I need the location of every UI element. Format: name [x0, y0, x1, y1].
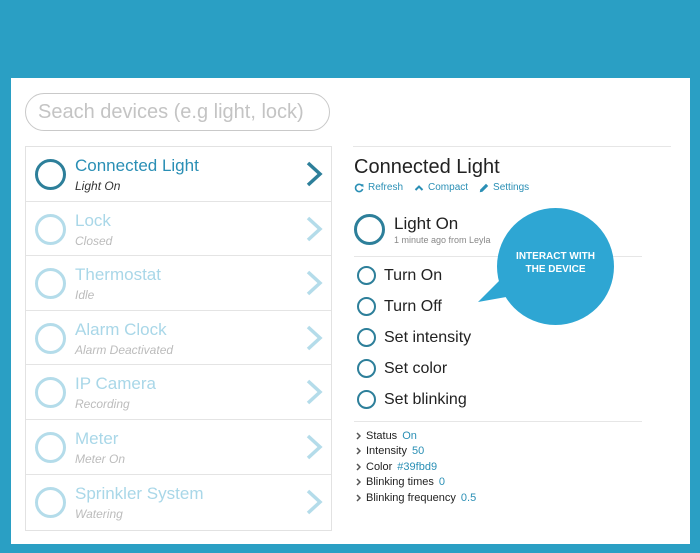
chevron-right-icon[interactable]: [303, 160, 325, 188]
device-item-thermostat[interactable]: Thermostat Idle: [26, 256, 331, 311]
divider: [354, 421, 642, 422]
device-list: Connected Light Light On Lock Closed The…: [25, 146, 332, 531]
device-status: Closed: [75, 233, 113, 248]
settings-label: Settings: [493, 182, 530, 193]
property-name: Intensity: [366, 445, 407, 457]
device-name: Alarm Clock: [75, 319, 167, 339]
chevron-right-icon: [356, 494, 361, 502]
device-status: Meter On: [75, 451, 126, 466]
chevron-right-icon[interactable]: [303, 269, 325, 297]
device-name: Thermostat: [75, 265, 161, 285]
detail-actions: Refresh Compact Settings: [354, 182, 529, 193]
property-name: Color: [366, 461, 393, 473]
chevron-right-icon[interactable]: [303, 215, 325, 243]
device-status: Watering: [75, 506, 123, 521]
device-item-meter[interactable]: Meter Meter On: [26, 420, 331, 475]
refresh-link[interactable]: Refresh: [354, 182, 403, 193]
property-value: #39fbd9: [397, 461, 438, 473]
property-color[interactable]: Color #39fbd9: [356, 461, 437, 473]
device-status: Light On: [75, 179, 121, 193]
device-status-ring: [35, 213, 66, 245]
device-name: Meter: [75, 428, 119, 448]
command-set-blinking[interactable]: Set blinking: [357, 390, 467, 409]
device-status-ring: [35, 268, 66, 300]
main-panel: Connected Light Light On Lock Closed The…: [11, 78, 690, 544]
command-turn-off[interactable]: Turn Off: [357, 297, 442, 316]
state-label: Light On: [394, 214, 459, 233]
search-box: [25, 93, 330, 131]
command-label: Turn On: [384, 266, 443, 284]
device-item-connected-light[interactable]: Connected Light Light On: [26, 147, 331, 202]
property-intensity[interactable]: Intensity 50: [356, 445, 424, 457]
device-status-ring: [35, 377, 66, 409]
radio-circle-icon: [357, 359, 376, 378]
chevron-right-icon[interactable]: [303, 378, 325, 406]
callout-bubble: INTERACT WITH THE DEVICE: [497, 208, 614, 325]
radio-circle-icon: [357, 328, 376, 347]
device-name: Sprinkler System: [75, 483, 204, 503]
radio-circle-icon: [357, 297, 376, 316]
chevron-right-icon[interactable]: [303, 433, 325, 461]
chevron-right-icon: [356, 463, 361, 471]
device-status-ring: [35, 159, 66, 190]
chevron-right-icon: [356, 432, 361, 440]
chevron-right-icon[interactable]: [303, 324, 325, 352]
command-label: Set color: [384, 359, 448, 377]
compact-link[interactable]: Compact: [414, 182, 468, 193]
refresh-label: Refresh: [368, 182, 404, 193]
device-name: Connected Light: [75, 156, 199, 175]
chevron-right-icon: [356, 447, 361, 455]
command-set-color[interactable]: Set color: [357, 359, 447, 378]
device-item-alarm-clock[interactable]: Alarm Clock Alarm Deactivated: [26, 311, 331, 366]
property-value: 0: [438, 476, 445, 488]
property-status[interactable]: Status On: [356, 430, 417, 442]
command-turn-on[interactable]: Turn On: [357, 266, 442, 285]
command-label: Turn Off: [384, 297, 442, 315]
property-value: 50: [411, 445, 425, 457]
chevron-right-icon[interactable]: [303, 488, 325, 516]
device-status-ring: [35, 486, 66, 518]
property-blinking-frequency[interactable]: Blinking frequency 0.5: [356, 492, 476, 504]
pencil-icon: [479, 183, 489, 192]
property-value: On: [402, 430, 417, 442]
chevron-right-icon: [356, 478, 361, 486]
state-timestamp: 1 minute ago from Leyla: [394, 235, 491, 245]
device-status: Idle: [75, 288, 95, 303]
device-name: IP Camera: [75, 374, 156, 394]
device-item-ip-camera[interactable]: IP Camera Recording: [26, 365, 331, 420]
property-name: Blinking frequency: [366, 492, 456, 504]
device-status-ring: [35, 322, 66, 354]
property-name: Blinking times: [366, 476, 434, 488]
device-detail-title: Connected Light: [354, 156, 500, 178]
compact-label: Compact: [428, 182, 469, 193]
radio-circle-icon: [357, 266, 376, 285]
command-set-intensity[interactable]: Set intensity: [357, 328, 471, 347]
device-name: Lock: [75, 210, 111, 230]
state-ring-indicator: [354, 214, 385, 245]
refresh-icon: [354, 183, 364, 192]
device-item-lock[interactable]: Lock Closed: [26, 202, 331, 257]
device-item-sprinkler-system[interactable]: Sprinkler System Watering: [26, 475, 331, 530]
device-status: Alarm Deactivated: [75, 342, 174, 357]
device-status-ring: [35, 431, 66, 463]
command-label: Set intensity: [384, 328, 472, 346]
property-blinking-times[interactable]: Blinking times 0: [356, 476, 445, 488]
callout-text: INTERACT WITH THE DEVICE: [516, 250, 595, 275]
chevron-up-icon: [414, 184, 424, 191]
property-value: 0.5: [460, 492, 477, 504]
command-label: Set blinking: [384, 390, 467, 408]
settings-link[interactable]: Settings: [479, 182, 529, 193]
device-status: Recording: [75, 397, 130, 412]
divider: [353, 146, 671, 147]
property-name: Status: [366, 430, 398, 442]
search-input[interactable]: [26, 94, 329, 130]
radio-circle-icon: [357, 390, 376, 409]
